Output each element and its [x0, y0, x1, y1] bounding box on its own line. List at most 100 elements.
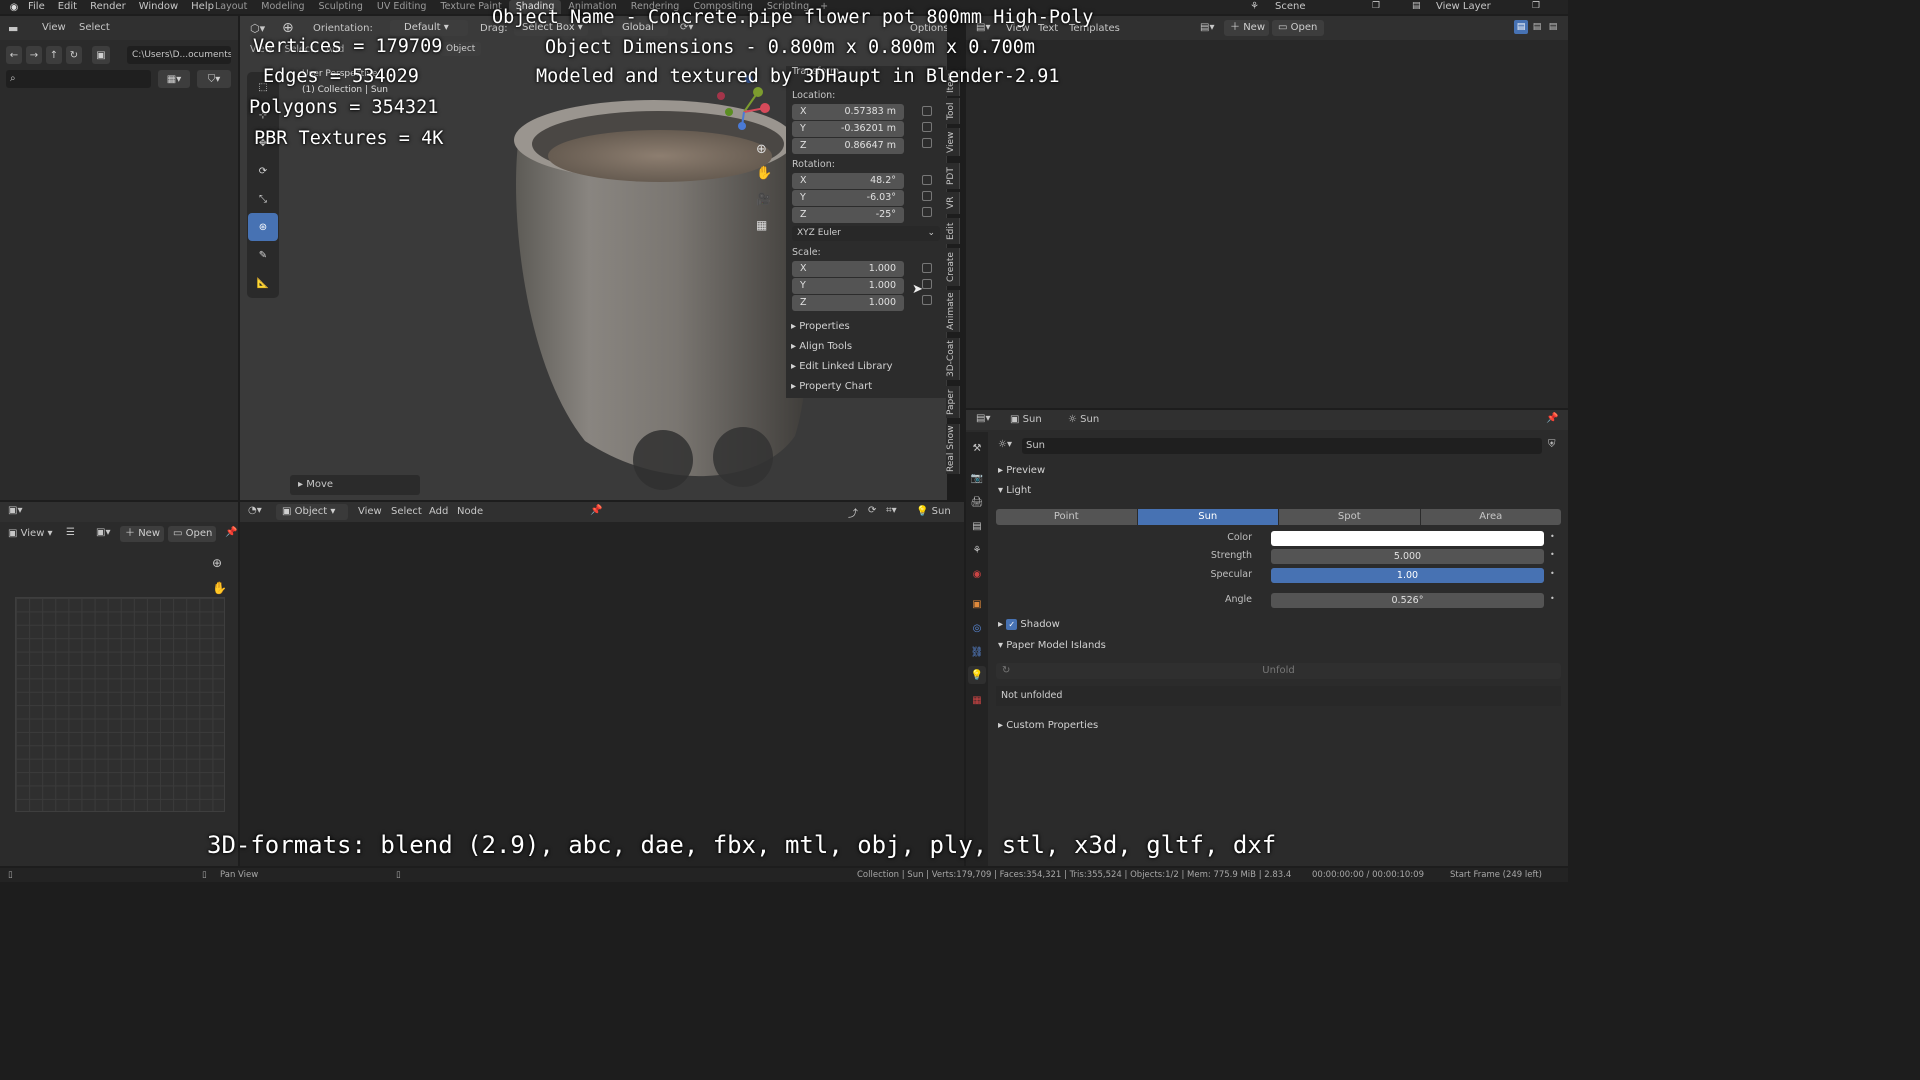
animate-dot-icon[interactable]: • [1550, 532, 1555, 541]
copy-scene-icon[interactable]: ❐ [1372, 1, 1380, 11]
tab-create[interactable]: Create [946, 248, 960, 286]
editor-type-properties-icon[interactable]: ▤▾ [976, 413, 990, 424]
snap-icon[interactable]: ⟳ [868, 505, 876, 516]
image-editor[interactable]: ▣▾ ▣ View ▾ ☰ ▣▾ ＋ New ▭ Open 📌 ⊕ ✋ [0, 502, 238, 866]
ne-menu-add[interactable]: Add [429, 506, 448, 517]
pin-icon[interactable]: 📌 [590, 505, 602, 516]
tab-view[interactable]: View [946, 128, 960, 156]
location-y-field[interactable]: Y -0.36201 m [792, 121, 904, 137]
orientation-dropdown[interactable]: Default ▾ [390, 20, 468, 36]
menu-file[interactable]: File [28, 0, 45, 13]
animate-dot-icon[interactable]: • [1550, 569, 1555, 578]
tab-3d-coat[interactable]: 3D-Coat [946, 338, 960, 380]
editor-type-3d-icon[interactable]: ⬡▾ [250, 22, 265, 35]
blender-logo-icon[interactable]: ◉ [8, 1, 20, 13]
new-image-button[interactable]: ＋ New [120, 526, 164, 542]
lock-icon[interactable] [922, 106, 932, 116]
light-section[interactable]: ▾ Light [998, 485, 1031, 496]
lock-icon[interactable] [922, 138, 932, 148]
tab-layout[interactable]: Layout [208, 0, 254, 14]
editor-type-node-icon[interactable]: ◔▾ [248, 505, 262, 516]
line-numbers-icon[interactable]: ▤ [1514, 20, 1528, 34]
active-object[interactable]: 💡 Sun [916, 506, 951, 517]
shadow-section[interactable]: ▸ ✓ Shadow [998, 619, 1060, 630]
ortho-toggle-icon[interactable]: ▦ [756, 218, 767, 232]
hamburger-menu-icon[interactable]: ☰ [66, 527, 75, 538]
rotation-y-field[interactable]: Y -6.03° [792, 190, 904, 206]
shader-type-dropdown[interactable]: ▣ Object ▾ [276, 504, 348, 520]
image-canvas-grid[interactable] [15, 597, 225, 812]
tab-sculpting[interactable]: Sculpting [312, 0, 370, 14]
pan-hand-icon[interactable]: ✋ [756, 166, 772, 181]
tab-real-snow[interactable]: Real Snow [946, 424, 960, 474]
shadow-checkbox[interactable]: ✓ [1006, 619, 1018, 630]
word-wrap-icon[interactable]: ▤ [1530, 20, 1544, 34]
lock-icon[interactable] [922, 263, 932, 273]
transform-tool-icon[interactable]: ⊛ [248, 213, 278, 241]
image-datablock-icon[interactable]: ▣▾ [96, 527, 110, 538]
tab-pdt[interactable]: PDT [946, 163, 960, 189]
rotate-tool-icon[interactable]: ⟳ [248, 157, 278, 185]
path-field[interactable]: C:\Users\D...ocuments\ [127, 46, 231, 64]
ne-menu-view[interactable]: View [358, 506, 382, 517]
rotation-x-field[interactable]: X 48.2° [792, 173, 904, 189]
refresh-icon[interactable]: ↻ [66, 46, 82, 64]
world-tab-icon[interactable]: ◉ [969, 566, 985, 582]
new-folder-icon[interactable]: ▣ [92, 46, 110, 64]
fb-menu-view[interactable]: View [42, 22, 66, 33]
syntax-highlight-icon[interactable]: ▤ [1546, 20, 1560, 34]
lock-icon[interactable] [922, 191, 932, 201]
tab-animate[interactable]: Animate [946, 290, 960, 332]
camera-view-icon[interactable]: 🎥 [756, 192, 771, 206]
pin-icon[interactable]: 📌 [225, 527, 237, 538]
object-tab-icon[interactable]: ▣ [969, 596, 985, 612]
section-align-tools[interactable]: ▸ Align Tools [786, 341, 946, 355]
overlay-icon[interactable]: ⌗▾ [886, 505, 897, 516]
measure-tool-icon[interactable]: 📐 [248, 269, 278, 297]
texture-tab-icon[interactable]: ▦ [969, 692, 985, 708]
scene-tab-icon[interactable]: ⚘ [969, 542, 985, 558]
paper-model-section[interactable]: ▾ Paper Model Islands [998, 640, 1106, 651]
rotation-mode-dropdown[interactable]: XYZ Euler ⌄ [792, 226, 940, 241]
fb-menu-select[interactable]: Select [79, 22, 110, 33]
new-text-button[interactable]: ＋ New [1224, 20, 1269, 36]
pan-hand-icon[interactable]: ✋ [212, 581, 227, 595]
angle-field[interactable]: 0.526° [1271, 593, 1544, 608]
section-property-chart[interactable]: ▸ Property Chart [786, 381, 946, 395]
menu-render[interactable]: Render [90, 0, 126, 13]
lock-icon[interactable] [922, 295, 932, 305]
menu-edit[interactable]: Edit [58, 0, 77, 13]
light-type-area[interactable]: Area [1420, 509, 1561, 525]
custom-properties-section[interactable]: ▸ Custom Properties [998, 720, 1098, 731]
editor-type-image-icon[interactable]: ▣▾ [8, 505, 22, 516]
light-type-point[interactable]: Point [996, 509, 1137, 525]
last-operator-panel[interactable]: ▸ Move [290, 475, 420, 495]
light-data-tab-icon[interactable]: 💡 [968, 666, 986, 684]
animate-dot-icon[interactable]: • [1550, 550, 1555, 559]
color-swatch[interactable] [1271, 531, 1544, 546]
editor-type-icon[interactable]: ▬ [8, 22, 18, 35]
transform-pivot-icon[interactable]: ⊕ [282, 20, 294, 36]
light-type-sun[interactable]: Sun [1137, 509, 1278, 525]
section-properties[interactable]: ▸ Properties [786, 321, 946, 335]
parent-node-icon[interactable]: ⤴ [848, 505, 858, 520]
ie-view-menu[interactable]: ▣ View ▾ [8, 528, 53, 539]
filter-icon[interactable]: ⛉▾ [197, 70, 231, 88]
tab-tool[interactable]: Tool [946, 98, 960, 124]
open-image-button[interactable]: ▭ Open [168, 526, 216, 542]
view-layer-tab-icon[interactable]: ▤ [969, 518, 985, 534]
output-tab-icon[interactable]: 🖨 [969, 494, 985, 510]
annotate-tool-icon[interactable]: ✎ [248, 241, 278, 269]
display-mode-icon[interactable]: ▦▾ [158, 70, 190, 88]
render-tab-icon[interactable]: 📷 [969, 470, 985, 486]
lock-icon[interactable] [922, 122, 932, 132]
preview-section[interactable]: ▸ Preview [998, 465, 1045, 476]
lock-icon[interactable] [922, 207, 932, 217]
lock-icon[interactable] [922, 175, 932, 185]
parent-dir-icon[interactable]: ↑ [46, 46, 62, 64]
pin-icon[interactable]: 📌 [1546, 413, 1558, 424]
scale-z-field[interactable]: Z 1.000 [792, 295, 904, 311]
lock-icon[interactable] [922, 279, 932, 289]
constraints-tab-icon[interactable]: ⛓ [969, 644, 985, 660]
unfold-button[interactable]: ↻ Unfold [996, 663, 1561, 679]
